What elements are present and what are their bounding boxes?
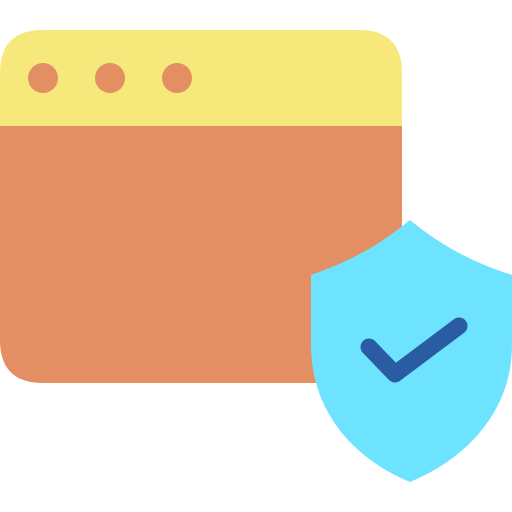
icon-canvas	[0, 30, 512, 482]
secure-browser-window-icon	[0, 0, 512, 512]
window-titlebar	[0, 30, 402, 126]
window-control-dot-3	[162, 63, 192, 93]
window-control-dot-2	[95, 63, 125, 93]
window-control-dot-1	[28, 63, 58, 93]
